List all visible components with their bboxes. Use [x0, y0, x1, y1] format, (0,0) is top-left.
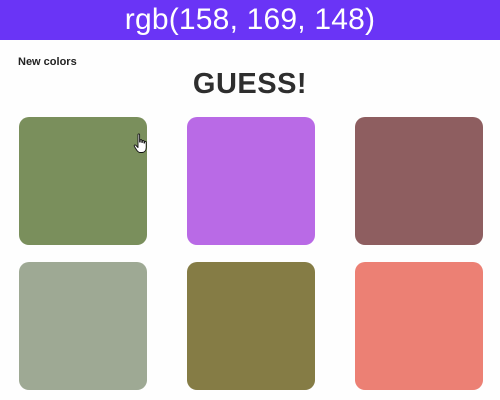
color-swatch-grid: [19, 117, 483, 390]
new-colors-button[interactable]: New colors: [18, 56, 77, 68]
status-message: GUESS!: [192, 68, 308, 100]
color-swatch-3[interactable]: [355, 117, 483, 245]
target-color-header: rgb(158, 169, 148): [0, 0, 500, 40]
color-swatch-4[interactable]: [19, 262, 147, 390]
game-area: New colors GUESS!: [0, 40, 500, 400]
color-swatch-6[interactable]: [355, 262, 483, 390]
color-swatch-5[interactable]: [187, 262, 315, 390]
target-color-text: rgb(158, 169, 148): [124, 3, 376, 36]
color-swatch-1[interactable]: [19, 117, 147, 245]
color-swatch-2[interactable]: [187, 117, 315, 245]
